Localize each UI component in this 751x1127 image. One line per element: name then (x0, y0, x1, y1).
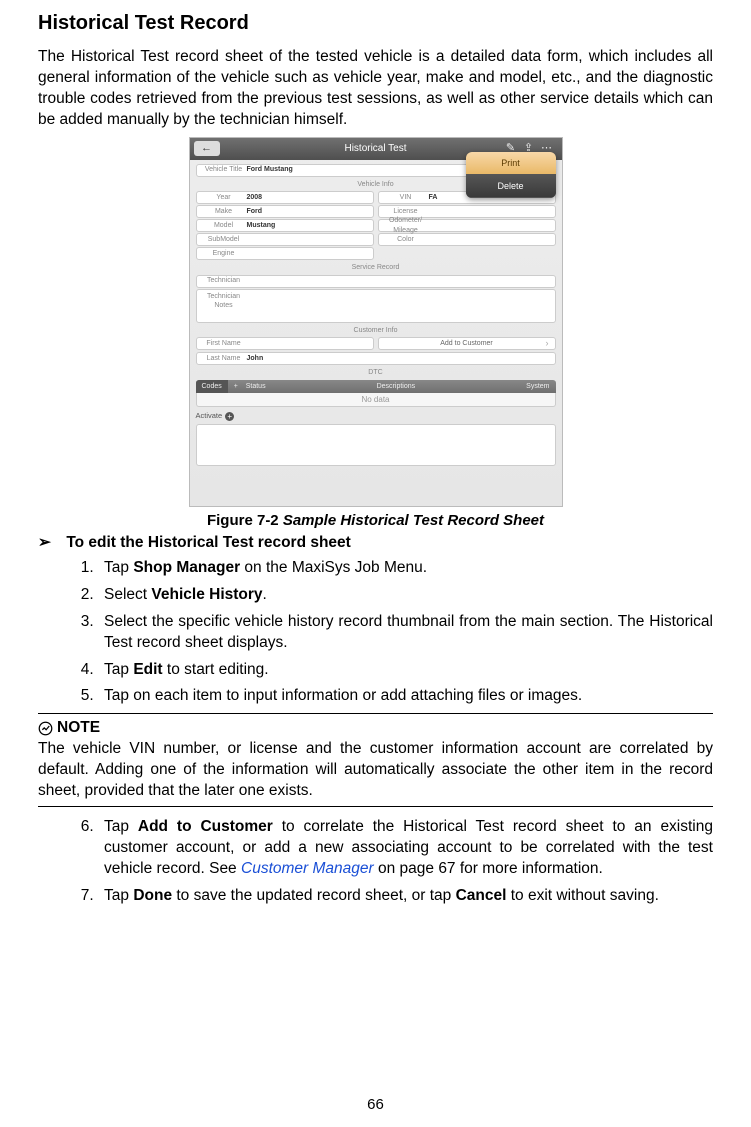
back-button[interactable]: ← (194, 141, 220, 156)
vehicle-title-label: Vehicle Title (197, 165, 247, 174)
year-value: 2008 (247, 193, 263, 202)
odo-label: Odometer/ Mileage (379, 216, 429, 235)
model-value: Mustang (247, 221, 276, 230)
plus-icon: + (225, 412, 234, 421)
step-2: Select Vehicle History. (98, 585, 713, 606)
dtc-label: DTC (190, 366, 562, 378)
customer-info-label: Customer Info (190, 324, 562, 336)
model-label: Model (197, 221, 247, 230)
license-label: License (379, 207, 429, 216)
note-heading: NOTE (38, 718, 713, 739)
steps-list-a: Tap Shop Manager on the MaxiSys Job Menu… (98, 558, 713, 708)
dtc-nodata: No data (196, 393, 556, 407)
model-row[interactable]: ModelMustang (196, 219, 374, 232)
first-name-row[interactable]: First Name (196, 337, 374, 350)
submodel-label: SubModel (197, 235, 247, 244)
dtc-codes-col: Codes (196, 380, 228, 393)
procedure-heading: ➢ To edit the Historical Test record she… (38, 533, 713, 554)
figure-screenshot: ← Historical Test ✎ ⇪ ⋯ Print Delete Veh… (38, 137, 713, 507)
make-label: Make (197, 207, 247, 216)
add-customer-label: Add to Customer (440, 339, 493, 348)
figure-number: Figure 7-2 (207, 512, 279, 529)
arrow-icon: ➢ (38, 533, 56, 554)
dtc-system-col: System (520, 382, 555, 391)
note-block: NOTE The vehicle VIN number, or license … (38, 713, 713, 807)
first-name-label: First Name (197, 339, 247, 348)
topbar-title: Historical Test (344, 142, 406, 156)
year-row[interactable]: Year2008 (196, 191, 374, 204)
make-row[interactable]: MakeFord (196, 205, 374, 218)
step-3: Select the specific vehicle history reco… (98, 612, 713, 654)
technician-row[interactable]: Technician (196, 275, 556, 288)
submodel-row[interactable]: SubModel (196, 233, 374, 246)
screenshot-mock: ← Historical Test ✎ ⇪ ⋯ Print Delete Veh… (189, 137, 563, 507)
add-to-customer-button[interactable]: Add to Customer (378, 337, 556, 350)
odometer-row[interactable]: Odometer/ Mileage (378, 219, 556, 232)
activate-box[interactable] (196, 424, 556, 466)
step-4: Tap Edit to start editing. (98, 660, 713, 681)
menu-delete[interactable]: Delete (466, 175, 556, 198)
dtc-status-col: Status (240, 382, 272, 391)
activate-row[interactable]: Activate + (196, 411, 556, 421)
service-record-label: Service Record (190, 261, 562, 273)
intro-paragraph: The Historical Test record sheet of the … (38, 47, 713, 131)
vehicle-title-value: Ford Mustang (247, 165, 293, 174)
customer-manager-link[interactable]: Customer Manager (241, 860, 374, 877)
context-menu: Print Delete (466, 152, 556, 198)
steps-list-b: Tap Add to Customer to correlate the His… (98, 817, 713, 907)
step-1: Tap Shop Manager on the MaxiSys Job Menu… (98, 558, 713, 579)
figure-title: Sample Historical Test Record Sheet (283, 512, 544, 529)
step-6: Tap Add to Customer to correlate the His… (98, 817, 713, 880)
section-title: Historical Test Record (38, 10, 713, 37)
menu-print[interactable]: Print (466, 152, 556, 175)
engine-row[interactable]: Engine (196, 247, 374, 260)
activate-label: Activate (196, 411, 223, 421)
last-name-label: Last Name (197, 354, 247, 363)
year-label: Year (197, 193, 247, 202)
note-body: The vehicle VIN number, or license and t… (38, 739, 713, 802)
color-row[interactable]: Color (378, 233, 556, 246)
dtc-desc-col: Descriptions (272, 382, 521, 391)
tech-notes-label: Technician Notes (197, 292, 247, 311)
color-label: Color (379, 235, 429, 244)
vin-value: FA (429, 193, 438, 202)
last-name-value: John (247, 354, 264, 363)
procedure-title: To edit the Historical Test record sheet (66, 534, 351, 551)
technician-label: Technician (197, 276, 247, 285)
engine-label: Engine (197, 249, 247, 258)
page-number: 66 (0, 1095, 751, 1115)
note-icon (38, 721, 53, 736)
make-value: Ford (247, 207, 263, 216)
tech-notes-row[interactable]: Technician Notes (196, 289, 556, 323)
note-label: NOTE (57, 718, 100, 739)
dtc-header: Codes + Status Descriptions System (196, 380, 556, 393)
figure-caption: Figure 7-2 Sample Historical Test Record… (38, 511, 713, 531)
step-7: Tap Done to save the updated record shee… (98, 886, 713, 907)
last-name-row[interactable]: Last NameJohn (196, 352, 556, 365)
vin-label: VIN (379, 193, 429, 202)
step-5: Tap on each item to input information or… (98, 686, 713, 707)
